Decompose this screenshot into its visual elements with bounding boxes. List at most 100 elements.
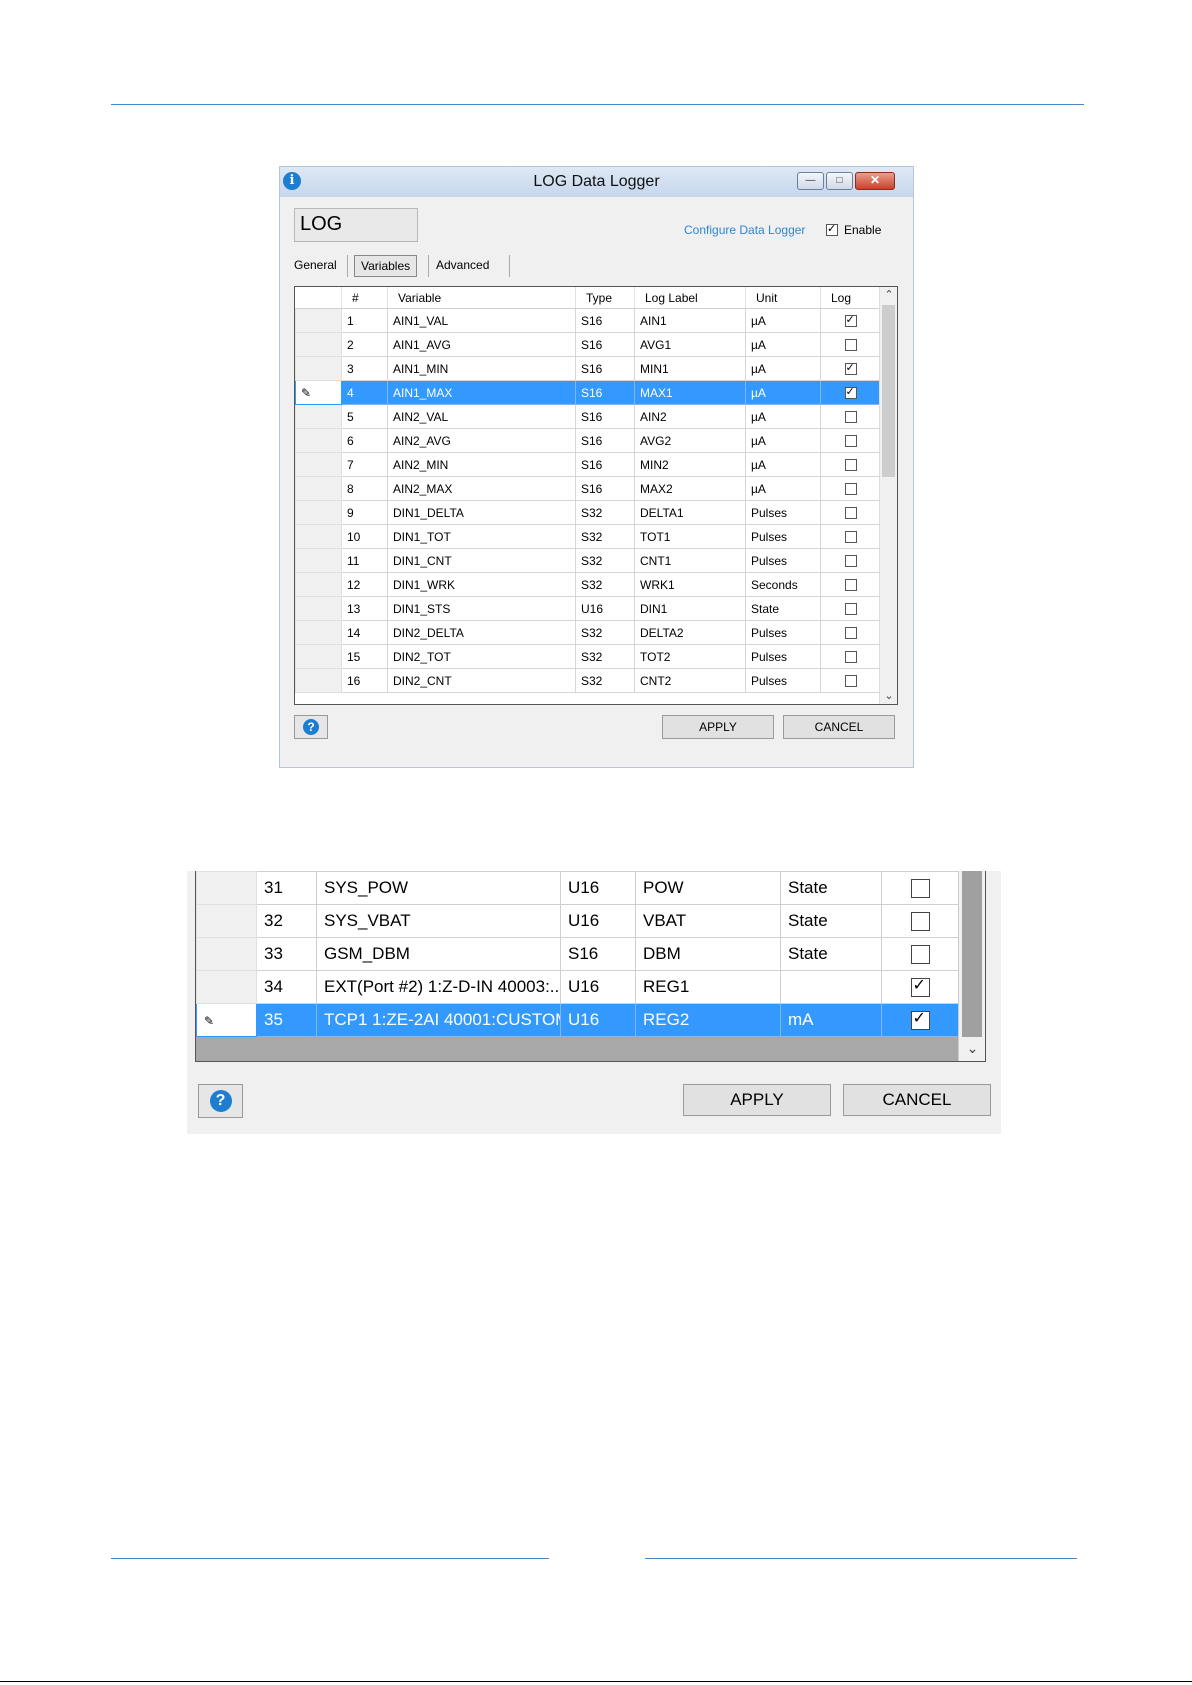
log-checkbox[interactable] [844,411,857,424]
cell-log[interactable] [820,572,881,597]
cell-num[interactable]: 11 [341,548,388,573]
cell-type[interactable]: S16 [575,332,635,357]
enable-checkbox[interactable] [826,222,838,236]
table-row[interactable]: 6 AIN2_AVG S16 AVG2 µA [295,428,881,453]
table-row[interactable]: 32 SYS_VBAT U16 VBAT State [196,904,959,938]
cell-unit[interactable]: mA [780,1003,882,1037]
cell-num[interactable]: 14 [341,620,388,645]
tab-variables[interactable]: Variables [354,255,418,277]
cell-log[interactable] [820,524,881,549]
tab-general[interactable]: General [294,255,337,277]
cell-type[interactable]: S32 [575,644,635,669]
enable-checkbox-group[interactable]: Enable [826,222,881,237]
cell-log-label[interactable]: TOT1 [634,524,746,549]
cell-num[interactable]: 32 [256,904,317,938]
row-header-cell[interactable] [295,428,342,453]
cell-log-label[interactable]: TOT2 [634,644,746,669]
row-header-cell[interactable] [295,476,342,501]
row-header-cell[interactable] [196,871,257,905]
cell-num[interactable]: 13 [341,596,388,621]
cell-num[interactable]: 5 [341,404,388,429]
cell-num[interactable]: 2 [341,332,388,357]
cancel-button[interactable]: CANCEL [843,1084,991,1116]
cell-log[interactable] [820,380,881,405]
cell-variable[interactable]: DIN1_CNT [387,548,576,573]
cell-type[interactable]: U16 [575,596,635,621]
row-header-cell[interactable] [295,524,342,549]
cell-unit[interactable]: State [745,596,821,621]
table-row[interactable]: 11 DIN1_CNT S32 CNT1 Pulses [295,548,881,573]
cell-num[interactable]: 6 [341,428,388,453]
cell-variable[interactable]: AIN2_AVG [387,428,576,453]
cell-variable[interactable]: AIN1_VAL [387,308,576,333]
log-checkbox[interactable] [844,603,857,616]
cell-variable[interactable]: DIN1_TOT [387,524,576,549]
cell-type[interactable]: S16 [560,937,636,971]
cell-variable[interactable]: GSM_DBM [316,937,561,971]
cell-unit[interactable]: State [780,871,882,905]
close-button[interactable]: ✕ [855,172,895,190]
log-checkbox[interactable] [844,627,857,640]
table-row[interactable]: 7 AIN2_MIN S16 MIN2 µA [295,452,881,477]
table-row[interactable]: 34 EXT(Port #2) 1:Z-D-IN 40003:... U16 REG1 [196,970,959,1004]
table-row[interactable]: 12 DIN1_WRK S32 WRK1 Seconds [295,572,881,597]
table-row[interactable]: 15 DIN2_TOT S32 TOT2 Pulses [295,644,881,669]
cell-type[interactable]: S16 [575,308,635,333]
cell-log-label[interactable]: CNT2 [634,668,746,693]
cell-type[interactable]: U16 [560,904,636,938]
apply-button[interactable]: APPLY [662,715,774,739]
cell-num[interactable]: 4 [341,380,388,405]
column-header-variable[interactable]: Variable [387,287,576,309]
column-header-num[interactable]: # [341,287,388,309]
table-row[interactable]: 5 AIN2_VAL S16 AIN2 µA [295,404,881,429]
maximize-button[interactable]: □ [826,172,853,190]
row-header-cell[interactable] [196,937,257,971]
table-row[interactable]: 3 AIN1_MIN S16 MIN1 µA [295,356,881,381]
table-row[interactable]: 16 DIN2_CNT S32 CNT2 Pulses [295,668,881,693]
cell-variable[interactable]: DIN2_DELTA [387,620,576,645]
help-button[interactable]: ? [294,715,328,739]
help-button[interactable]: ? [198,1084,243,1118]
cell-num[interactable]: 12 [341,572,388,597]
cell-log[interactable] [881,1003,959,1037]
cell-variable[interactable]: AIN1_AVG [387,332,576,357]
cell-num[interactable]: 7 [341,452,388,477]
cell-log-label[interactable]: AIN2 [634,404,746,429]
cell-log-label[interactable]: REG2 [635,1003,781,1037]
cell-num[interactable]: 10 [341,524,388,549]
column-header-type[interactable]: Type [575,287,635,309]
cell-log-label[interactable]: CNT1 [634,548,746,573]
cell-log[interactable] [820,596,881,621]
log-checkbox[interactable] [844,579,857,592]
row-header-cell[interactable] [295,404,342,429]
table-row[interactable]: 33 GSM_DBM S16 DBM State [196,937,959,971]
cell-variable[interactable]: DIN1_DELTA [387,500,576,525]
log-checkbox[interactable] [844,531,857,544]
cell-log-label[interactable]: DELTA1 [634,500,746,525]
cell-log[interactable] [820,332,881,357]
cell-type[interactable]: S16 [575,404,635,429]
cell-log-label[interactable]: MIN2 [634,452,746,477]
cell-variable[interactable]: TCP1 1:ZE-2AI 40001:CUSTOM [316,1003,561,1037]
cell-variable[interactable]: EXT(Port #2) 1:Z-D-IN 40003:... [316,970,561,1004]
cell-type[interactable]: U16 [560,871,636,905]
cell-type[interactable]: S32 [575,572,635,597]
column-header-log-label[interactable]: Log Label [634,287,746,309]
cell-unit[interactable]: Seconds [745,572,821,597]
cell-log[interactable] [820,308,881,333]
cell-num[interactable]: 15 [341,644,388,669]
cell-log-label[interactable]: DBM [635,937,781,971]
cell-log-label[interactable]: VBAT [635,904,781,938]
table-row[interactable]: 8 AIN2_MAX S16 MAX2 µA [295,476,881,501]
scroll-thumb[interactable] [882,305,895,477]
logger-name-field[interactable]: LOG [294,208,418,242]
row-header-cell[interactable]: ✎ [295,380,342,405]
log-checkbox[interactable] [910,1008,930,1030]
log-checkbox[interactable] [844,555,857,568]
row-header-cell[interactable] [295,332,342,357]
table-row[interactable]: 1 AIN1_VAL S16 AIN1 µA [295,308,881,333]
cell-log[interactable] [820,356,881,381]
cell-log[interactable] [820,620,881,645]
column-header-unit[interactable]: Unit [745,287,821,309]
row-header-cell[interactable] [295,452,342,477]
